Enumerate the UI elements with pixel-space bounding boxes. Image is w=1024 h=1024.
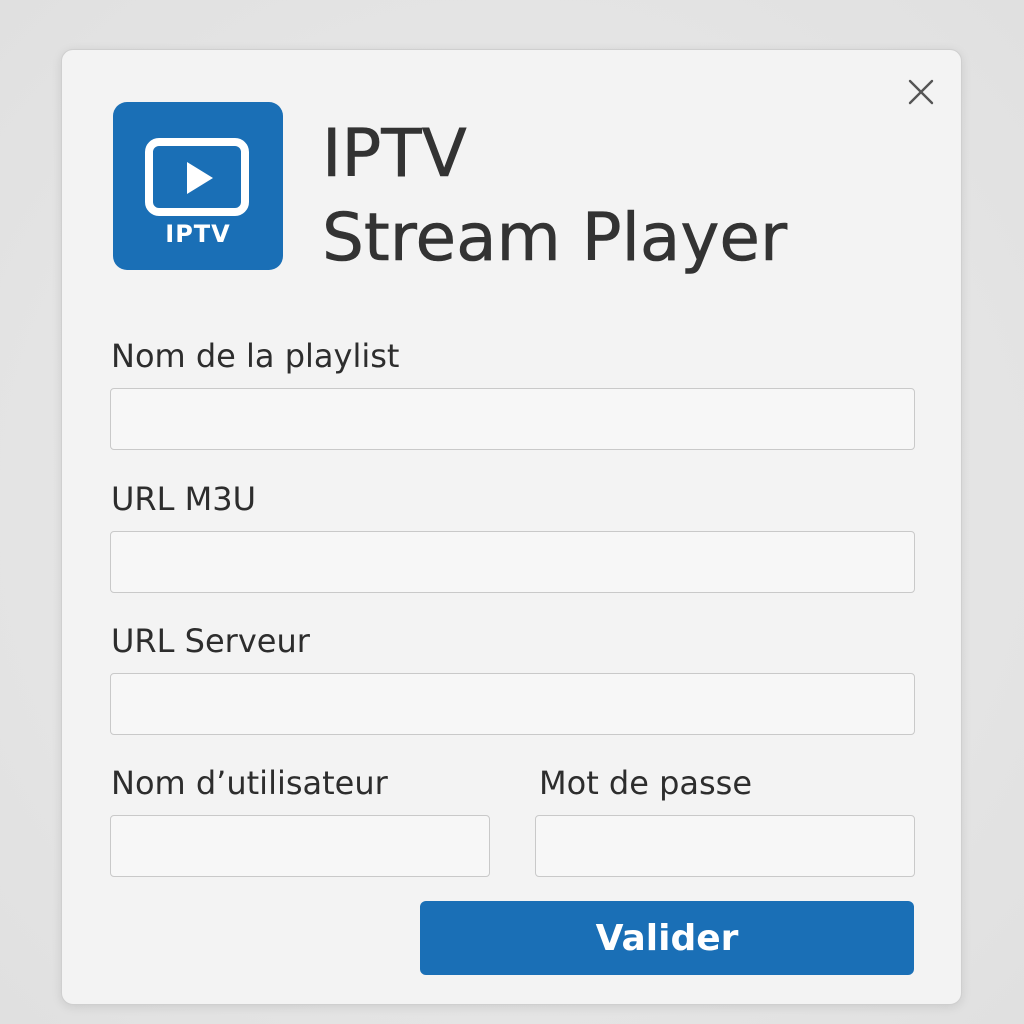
logo-text: IPTV	[165, 220, 231, 248]
password-input[interactable]	[535, 815, 915, 877]
app-title-line2: Stream Player	[322, 199, 788, 277]
m3u-url-label: URL M3U	[111, 480, 257, 518]
playlist-name-label: Nom de la playlist	[111, 337, 400, 375]
server-url-input[interactable]	[110, 673, 915, 735]
close-icon	[908, 79, 934, 105]
username-input[interactable]	[110, 815, 490, 877]
app-title-line1: IPTV	[322, 115, 467, 193]
app-title: IPTV Stream Player	[322, 112, 788, 280]
password-label: Mot de passe	[539, 764, 753, 802]
add-playlist-dialog: IPTV IPTV Stream Player Nom de la playli…	[61, 49, 962, 1005]
app-logo: IPTV	[113, 102, 283, 270]
playlist-name-input[interactable]	[110, 388, 915, 450]
close-button[interactable]	[903, 74, 939, 110]
server-url-label: URL Serveur	[111, 622, 310, 660]
m3u-url-input[interactable]	[110, 531, 915, 593]
username-label: Nom d’utilisateur	[111, 764, 388, 802]
validate-button[interactable]: Valider	[420, 901, 914, 975]
